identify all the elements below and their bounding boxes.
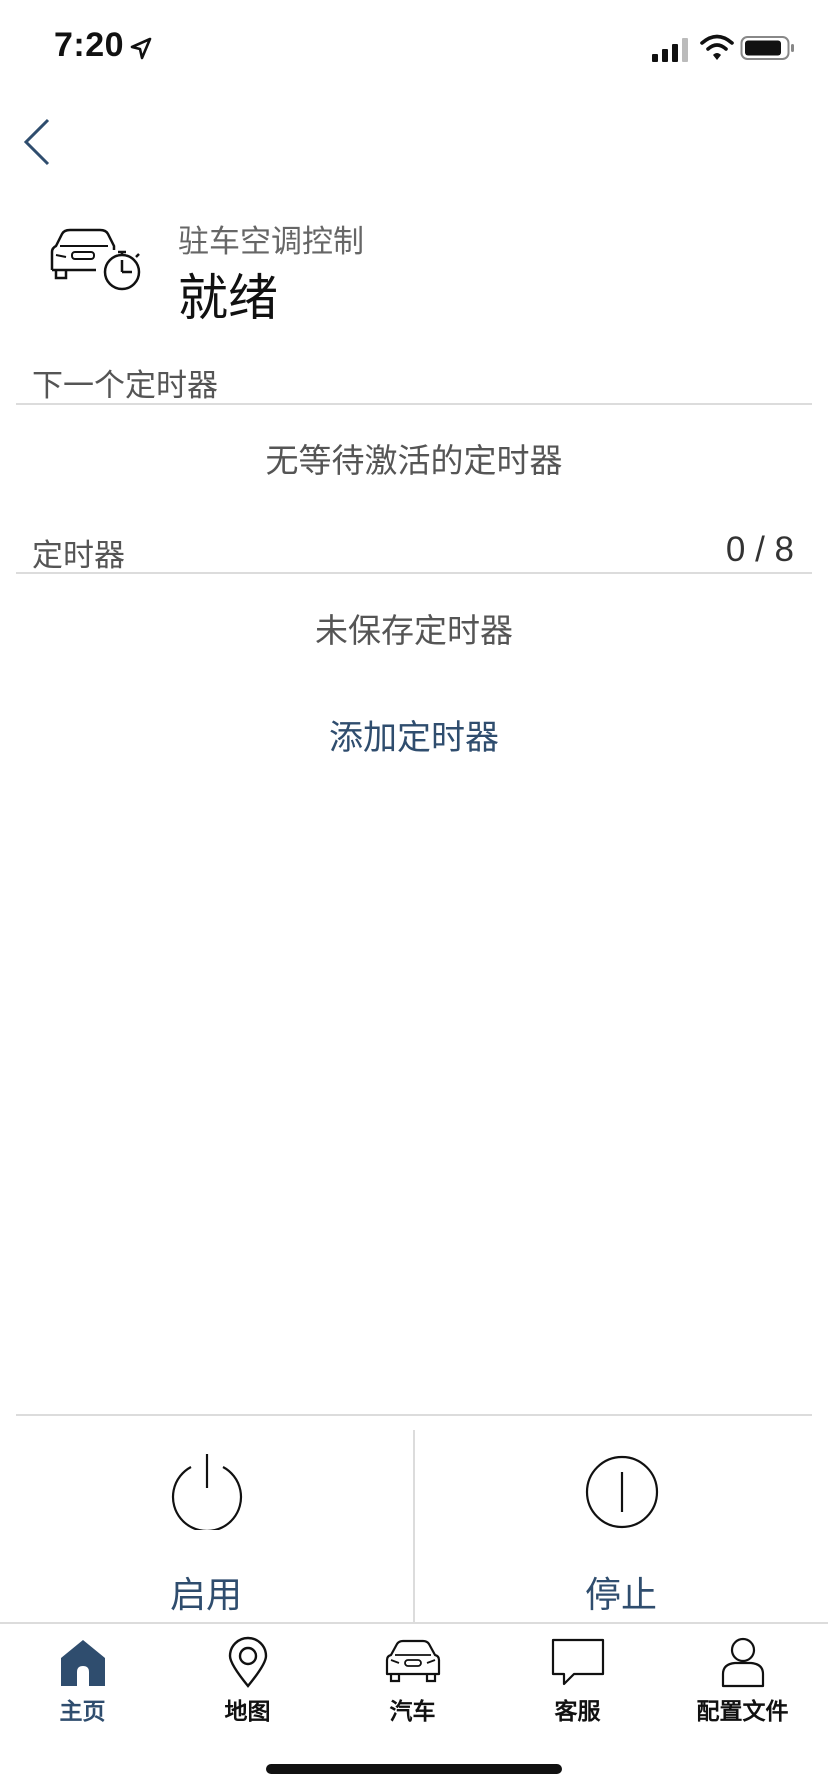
stop-button[interactable]: 停止: [415, 1416, 827, 1622]
tab-car-label: 汽车: [389, 1699, 436, 1725]
back-chevron-icon[interactable]: [16, 114, 60, 170]
home-icon: [61, 1640, 105, 1686]
status-title: 就绪: [178, 269, 278, 327]
status-time: 7:20: [54, 26, 125, 64]
tab-profile-label: 配置文件: [696, 1699, 789, 1725]
tabbar-divider: [0, 1622, 828, 1624]
stop-power-icon: [585, 1455, 659, 1529]
tab-map-label: 地图: [224, 1699, 271, 1725]
battery-icon: [740, 36, 794, 60]
start-button[interactable]: 启用: [0, 1416, 412, 1622]
tab-profile[interactable]: 配置文件: [660, 1630, 825, 1730]
timer-count: 0 / 8: [725, 530, 794, 569]
wifi-icon: [700, 34, 734, 60]
tab-map[interactable]: 地图: [165, 1630, 330, 1730]
timers-label: 定时器: [32, 538, 125, 574]
tab-car[interactable]: 汽车: [330, 1630, 495, 1730]
feature-subtitle: 驻车空调控制: [178, 224, 364, 260]
divider: [16, 403, 812, 405]
profile-icon: [721, 1637, 765, 1688]
start-label: 启用: [169, 1575, 242, 1616]
tab-service[interactable]: 客服: [495, 1630, 660, 1730]
timers-empty-text: 未保存定时器: [315, 611, 513, 650]
chat-bubble-icon: [551, 1638, 605, 1686]
location-arrow-icon: [130, 37, 152, 60]
tab-home-label: 主页: [59, 1699, 106, 1725]
next-timer-label: 下一个定时器: [32, 368, 218, 404]
cellular-signal-icon: [652, 38, 688, 62]
tab-service-label: 客服: [554, 1699, 601, 1725]
power-icon: [171, 1454, 243, 1530]
car-icon: [385, 1639, 441, 1683]
home-indicator[interactable]: [266, 1764, 562, 1774]
divider: [16, 572, 812, 574]
tab-home[interactable]: 主页: [0, 1630, 165, 1730]
stop-label: 停止: [584, 1575, 657, 1616]
car-timer-icon: [50, 228, 141, 291]
map-pin-icon: [228, 1636, 268, 1688]
add-timer-button[interactable]: 添加定时器: [0, 710, 828, 759]
next-timer-empty-text: 无等待激活的定时器: [265, 441, 563, 480]
